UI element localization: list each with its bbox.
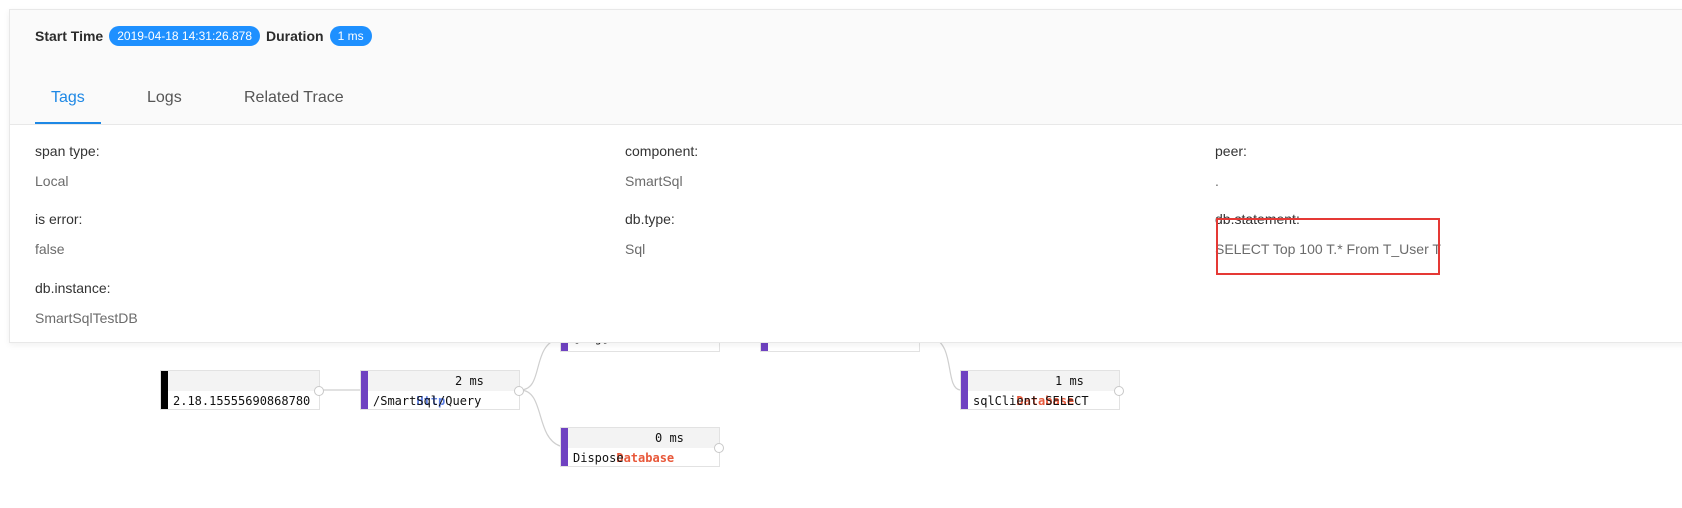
tag-db-type-label: db.type: xyxy=(625,211,675,227)
tag-db-instance-value: SmartSqlTestDB xyxy=(35,310,138,326)
node-duration: 2 ms xyxy=(455,374,484,388)
db-statement-highlight-box xyxy=(1216,218,1440,275)
graph-node-label: /SmartSql/Query xyxy=(373,394,482,408)
span-detail-header: Start Time 2019-04-18 14:31:26.878 Durat… xyxy=(10,10,1682,125)
tag-peer-label: peer: xyxy=(1215,143,1247,159)
start-time-badge: 2019-04-18 14:31:26.878 xyxy=(109,26,261,46)
duration-label: Duration xyxy=(266,28,324,44)
tab-logs[interactable]: Logs xyxy=(147,89,182,107)
node-connector-icon xyxy=(314,386,324,396)
graph-node-label: Dispose xyxy=(573,451,624,465)
tag-is-error-label: is error: xyxy=(35,211,83,227)
tag-component-value: SmartSql xyxy=(625,173,683,189)
active-tab-indicator xyxy=(35,122,101,124)
tag-component-label: component: xyxy=(625,143,699,159)
start-time: Start Time 2019-04-18 14:31:26.878 xyxy=(35,26,261,46)
tag-is-error-value: false xyxy=(35,241,65,257)
duration-badge: 1 ms xyxy=(329,26,372,46)
tag-span-type-label: span type: xyxy=(35,143,100,159)
graph-node-db-select[interactable]: Database 1 ms sqlClient SELECT xyxy=(960,370,1124,410)
node-connector-icon xyxy=(714,443,724,453)
span-detail-panel: Start Time 2019-04-18 14:31:26.878 Durat… xyxy=(9,9,1682,343)
graph-node-db-dispose[interactable]: Database 0 ms Dispose xyxy=(560,427,724,467)
tag-db-type-value: Sql xyxy=(625,241,646,257)
tab-tags[interactable]: Tags xyxy=(51,89,85,107)
graph-node-label: sqlClient SELECT xyxy=(973,394,1089,408)
graph-node-root[interactable]: 2.18.15555690868780 xyxy=(160,370,324,410)
node-duration: 1 ms xyxy=(1055,374,1084,388)
tab-related-trace[interactable]: Related Trace xyxy=(244,89,344,107)
graph-node-http[interactable]: Http 2 ms /SmartSql/Query xyxy=(360,370,524,410)
node-duration: 0 ms xyxy=(655,431,684,445)
graph-node-label: 2.18.15555690868780 xyxy=(173,394,311,408)
tag-db-instance-label: db.instance: xyxy=(35,280,111,296)
tag-span-type-value: Local xyxy=(35,173,69,189)
duration: Duration 1 ms xyxy=(266,26,372,46)
node-connector-icon xyxy=(1114,386,1124,396)
start-time-label: Start Time xyxy=(35,28,104,44)
tag-peer-value: . xyxy=(1215,173,1219,189)
node-connector-icon xyxy=(514,386,524,396)
